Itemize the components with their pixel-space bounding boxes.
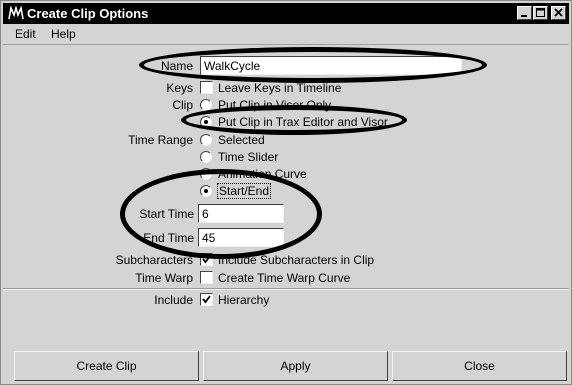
time-warp-checkbox[interactable] bbox=[200, 271, 213, 284]
menu-bar: Edit Help bbox=[3, 25, 569, 43]
clip-label: Clip bbox=[172, 98, 193, 112]
radio-selected-dot bbox=[204, 189, 208, 193]
time-warp-option-label: Create Time Warp Curve bbox=[218, 271, 351, 285]
time-range-label: Time Range bbox=[128, 133, 193, 147]
clip-trax-and-visor-radio[interactable] bbox=[200, 116, 212, 128]
name-label: Name bbox=[160, 59, 193, 73]
radio-selected-dot bbox=[204, 120, 208, 124]
time-range-selected-radio[interactable] bbox=[200, 134, 212, 146]
minimize-icon bbox=[521, 15, 527, 17]
title-bar[interactable]: Create Clip Options bbox=[3, 3, 569, 24]
close-icon bbox=[554, 8, 563, 17]
clip-trax-and-visor-label: Put Clip in Trax Editor and Visor bbox=[218, 115, 388, 129]
subcharacters-option-label: Include Subcharacters in Clip bbox=[218, 253, 375, 267]
checkmark-icon bbox=[202, 295, 211, 304]
keys-label: Keys bbox=[166, 81, 193, 95]
minimize-button[interactable] bbox=[517, 6, 532, 20]
time-range-animation-curve-radio[interactable] bbox=[200, 168, 212, 180]
subcharacters-checkbox[interactable] bbox=[200, 253, 213, 266]
time-range-selected-label: Selected bbox=[218, 133, 265, 147]
checkmark-icon bbox=[202, 255, 211, 264]
maximize-icon bbox=[536, 8, 545, 17]
window-title: Create Clip Options bbox=[27, 6, 149, 21]
end-time-field[interactable] bbox=[198, 228, 284, 247]
create-clip-options-window: Create Clip Options Edit Help Name Keys … bbox=[0, 0, 572, 385]
start-time-field[interactable] bbox=[198, 204, 284, 223]
menu-edit[interactable]: Edit bbox=[15, 27, 36, 41]
time-range-animation-curve-label: Animation Curve bbox=[218, 167, 307, 181]
create-clip-button[interactable]: Create Clip bbox=[14, 351, 199, 381]
time-warp-label: Time Warp bbox=[135, 271, 193, 285]
include-hierarchy-label: Hierarchy bbox=[218, 293, 270, 307]
start-time-label: Start Time bbox=[139, 207, 194, 221]
end-time-label: End Time bbox=[143, 231, 194, 245]
apply-button[interactable]: Apply bbox=[203, 351, 388, 381]
time-range-start-end-radio[interactable] bbox=[200, 185, 212, 197]
clip-visor-only-label: Put Clip in Visor Only bbox=[218, 98, 332, 112]
leave-keys-option-label: Leave Keys in Timeline bbox=[218, 81, 342, 95]
include-label: Include bbox=[154, 293, 193, 307]
close-button[interactable]: Close bbox=[392, 351, 567, 381]
time-range-time-slider-label: Time Slider bbox=[218, 150, 279, 164]
clip-visor-only-radio[interactable] bbox=[200, 99, 212, 111]
menu-divider bbox=[3, 44, 569, 45]
time-range-time-slider-radio[interactable] bbox=[200, 151, 212, 163]
time-range-start-end-label: Start/End bbox=[217, 183, 272, 199]
maximize-button[interactable] bbox=[533, 6, 548, 20]
menu-help[interactable]: Help bbox=[51, 27, 76, 41]
name-field[interactable] bbox=[200, 56, 462, 75]
include-hierarchy-checkbox[interactable] bbox=[200, 293, 213, 306]
close-window-button[interactable] bbox=[551, 6, 566, 20]
section-divider-highlight bbox=[3, 289, 569, 290]
maya-clip-icon bbox=[8, 6, 24, 21]
subcharacters-label: Subcharacters bbox=[115, 253, 193, 267]
leave-keys-checkbox[interactable] bbox=[200, 81, 213, 94]
